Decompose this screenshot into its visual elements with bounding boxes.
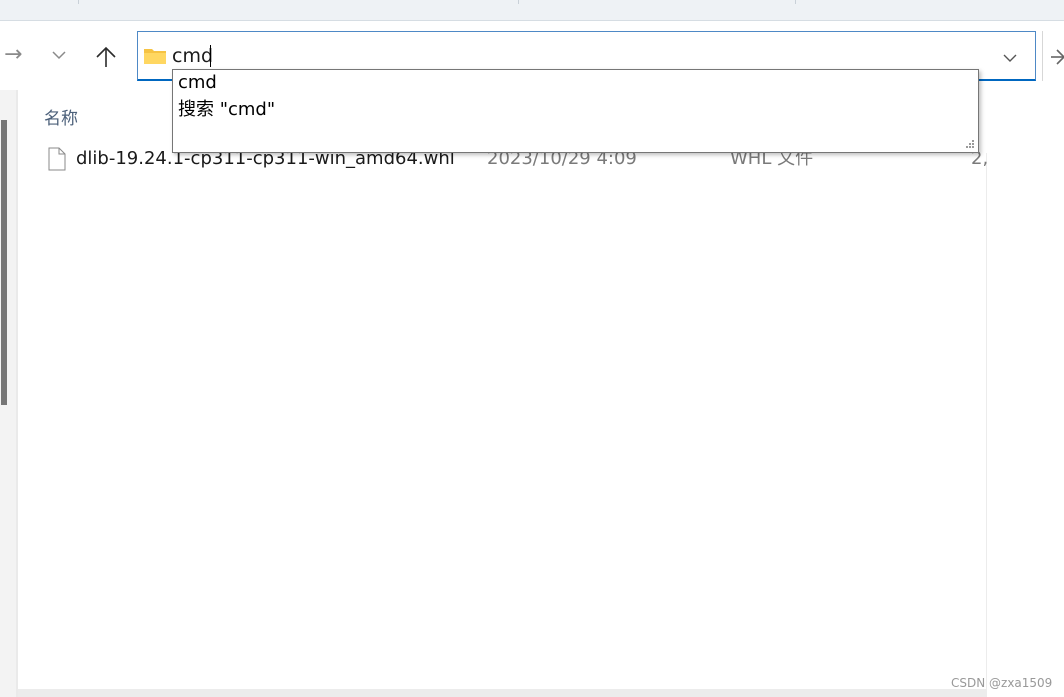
tab-separator — [795, 0, 796, 4]
autocomplete-item-cmd[interactable]: cmd — [178, 72, 217, 94]
tab-strip — [0, 0, 1064, 21]
file-icon — [48, 147, 66, 171]
resize-grip-icon[interactable] — [964, 138, 976, 150]
autocomplete-popup — [172, 69, 979, 153]
address-dropdown-chevron-icon[interactable] — [1003, 53, 1017, 63]
column-header-name[interactable]: 名称 — [44, 104, 78, 129]
up-arrow-icon[interactable] — [95, 45, 117, 69]
navigation-pane-scrollbar[interactable] — [1, 120, 7, 405]
pane-divider — [16, 90, 18, 697]
address-input-value[interactable]: cmd — [172, 45, 213, 67]
text-caret — [210, 45, 211, 67]
forward-arrow-icon[interactable]: → — [4, 44, 22, 66]
column-divider — [986, 153, 987, 697]
go-arrow-icon[interactable] — [1048, 46, 1064, 68]
folder-icon — [144, 49, 166, 64]
tab-separator — [78, 0, 79, 4]
tab-separator — [518, 0, 519, 4]
recent-locations-chevron-icon[interactable] — [52, 50, 66, 60]
horizontal-scrollbar[interactable] — [18, 689, 986, 697]
autocomplete-item-search-cmd[interactable]: 搜索 "cmd" — [178, 99, 275, 121]
go-button-divider — [1042, 31, 1043, 81]
watermark-text: CSDN @zxa1509 — [951, 676, 1053, 690]
